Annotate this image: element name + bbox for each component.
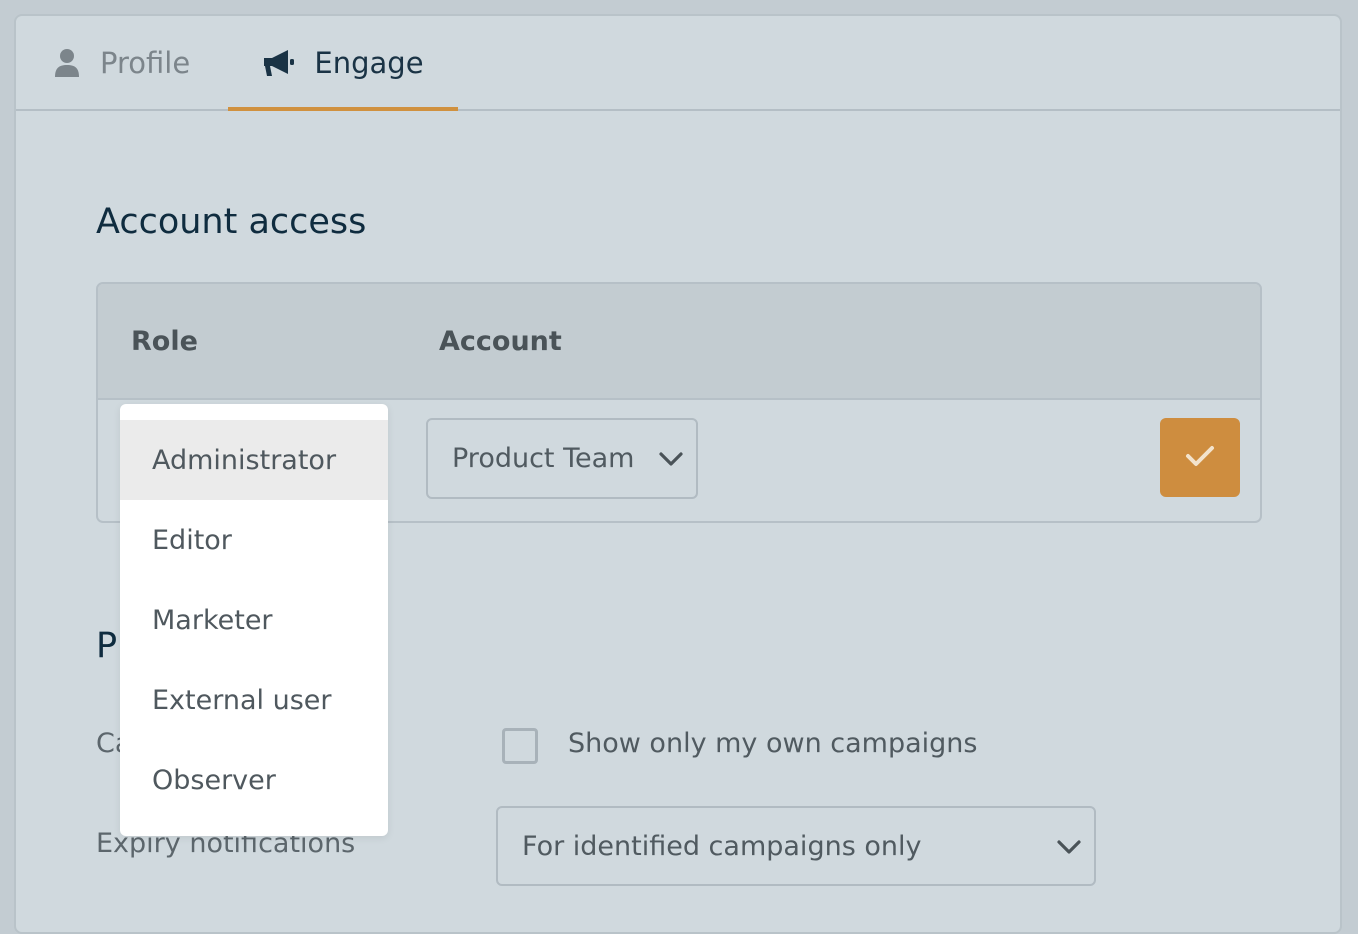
chevron-down-icon	[658, 446, 684, 479]
tab-profile[interactable]: Profile	[54, 16, 190, 109]
user-icon	[54, 48, 80, 78]
role-option-external-user[interactable]: External user	[120, 660, 388, 740]
account-select-value: Product Team	[452, 443, 635, 474]
account-access-title: Account access	[96, 202, 367, 242]
tab-engage-label: Engage	[314, 45, 424, 80]
column-header-role: Role	[131, 325, 198, 357]
show-own-campaigns-label[interactable]: Show only my own campaigns	[568, 728, 977, 759]
tab-engage[interactable]: Engage	[228, 16, 458, 111]
show-own-campaigns-checkbox[interactable]	[502, 728, 538, 764]
role-option-administrator[interactable]: Administrator	[120, 420, 388, 500]
checkmark-icon	[1185, 444, 1215, 472]
expiry-notifications-select[interactable]: For identified campaigns only	[496, 806, 1096, 886]
confirm-button[interactable]	[1160, 418, 1240, 497]
tab-bar: Profile Engage	[16, 16, 1340, 111]
role-option-observer[interactable]: Observer	[120, 740, 388, 820]
tab-profile-label: Profile	[100, 45, 191, 80]
role-dropdown-menu: Administrator Editor Marketer External u…	[120, 404, 388, 836]
role-option-marketer[interactable]: Marketer	[120, 580, 388, 660]
chevron-down-icon	[1056, 834, 1082, 867]
preferences-title: P	[96, 626, 118, 666]
expiry-select-value: For identified campaigns only	[522, 830, 922, 862]
table-header: Role Account	[98, 284, 1260, 400]
megaphone-icon	[262, 48, 296, 78]
role-option-editor[interactable]: Editor	[120, 500, 388, 580]
column-header-account: Account	[439, 325, 562, 357]
account-select[interactable]: Product Team	[426, 418, 698, 499]
